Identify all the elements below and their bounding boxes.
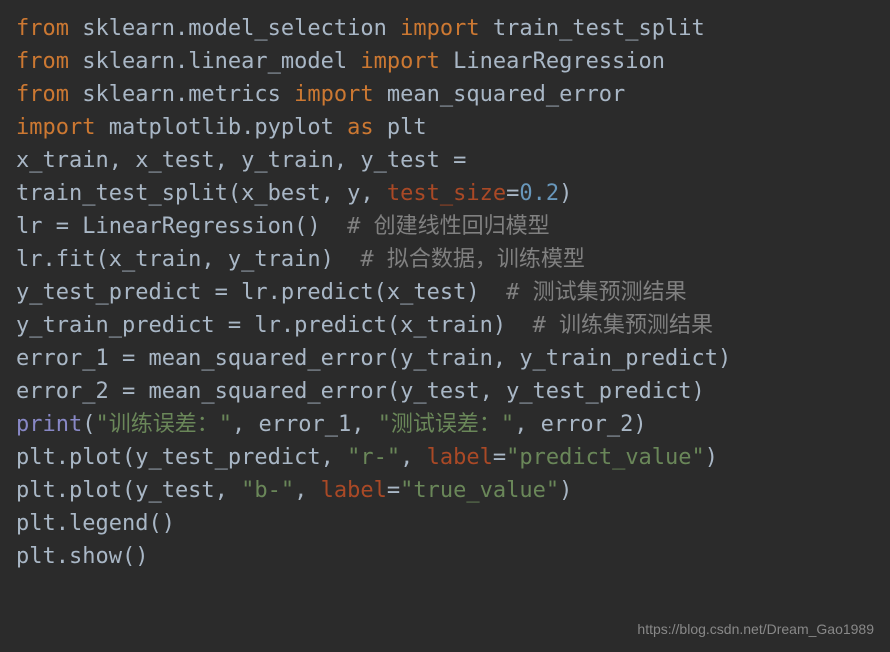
argument-name: label (321, 478, 387, 503)
code-text: , (400, 445, 427, 470)
module-name: sklearn.linear_model (69, 49, 360, 74)
code-text: ) (559, 181, 572, 206)
keyword-as: as (347, 115, 374, 140)
keyword-import: import (400, 16, 479, 41)
builtin-print: print (16, 412, 82, 437)
number-literal: 0.2 (519, 181, 559, 206)
code-text: plt.legend() (16, 511, 175, 536)
alias-name: plt (374, 115, 427, 140)
code-text: , (294, 478, 321, 503)
keyword-import: import (16, 115, 95, 140)
code-text: x_train, x_test, y_train, y_test = (16, 148, 480, 173)
comment: # 创建线性回归模型 (347, 214, 550, 239)
code-text: , error_2) (514, 412, 646, 437)
string-literal: "r-" (347, 445, 400, 470)
argument-name: test_size (387, 181, 506, 206)
module-name: sklearn.metrics (69, 82, 294, 107)
comment: # 训练集预测结果 (533, 313, 714, 338)
comment: # 测试集预测结果 (506, 280, 687, 305)
watermark: https://blog.csdn.net/Dream_Gao1989 (637, 619, 874, 640)
code-text: ) (559, 478, 572, 503)
import-name: train_test_split (480, 16, 705, 41)
keyword-import: import (294, 82, 373, 107)
string-literal: "b-" (241, 478, 294, 503)
import-name: LinearRegression (440, 49, 665, 74)
code-text: train_test_split(x_best, y, (16, 181, 387, 206)
code-text: plt.show() (16, 544, 148, 569)
code-text: lr = LinearRegression() (16, 214, 347, 239)
string-literal: "训练误差：" (95, 412, 232, 437)
code-text: = (493, 445, 506, 470)
code-text: = (506, 181, 519, 206)
code-text: = (387, 478, 400, 503)
code-text: y_test_predict = lr.predict(x_test) (16, 280, 506, 305)
code-text: ( (82, 412, 95, 437)
code-text: y_train_predict = lr.predict(x_train) (16, 313, 533, 338)
keyword-from: from (16, 82, 69, 107)
keyword-from: from (16, 16, 69, 41)
code-text: plt.plot(y_test_predict, (16, 445, 347, 470)
module-name: matplotlib.pyplot (95, 115, 347, 140)
import-name: mean_squared_error (374, 82, 626, 107)
code-text: lr.fit(x_train, y_train) (16, 247, 360, 272)
comment: # 拟合数据，训练模型 (360, 247, 585, 272)
code-text: ) (705, 445, 718, 470)
string-literal: "true_value" (400, 478, 559, 503)
keyword-import: import (360, 49, 439, 74)
string-literal: "predict_value" (506, 445, 705, 470)
code-text: error_2 = mean_squared_error(y_test, y_t… (16, 379, 705, 404)
code-text: , error_1, (232, 412, 378, 437)
module-name: sklearn.model_selection (69, 16, 400, 41)
code-text: plt.plot(y_test, (16, 478, 241, 503)
string-literal: "测试误差：" (378, 412, 515, 437)
argument-name: label (427, 445, 493, 470)
keyword-from: from (16, 49, 69, 74)
code-text: error_1 = mean_squared_error(y_train, y_… (16, 346, 731, 371)
code-block: from sklearn.model_selection import trai… (16, 12, 874, 573)
